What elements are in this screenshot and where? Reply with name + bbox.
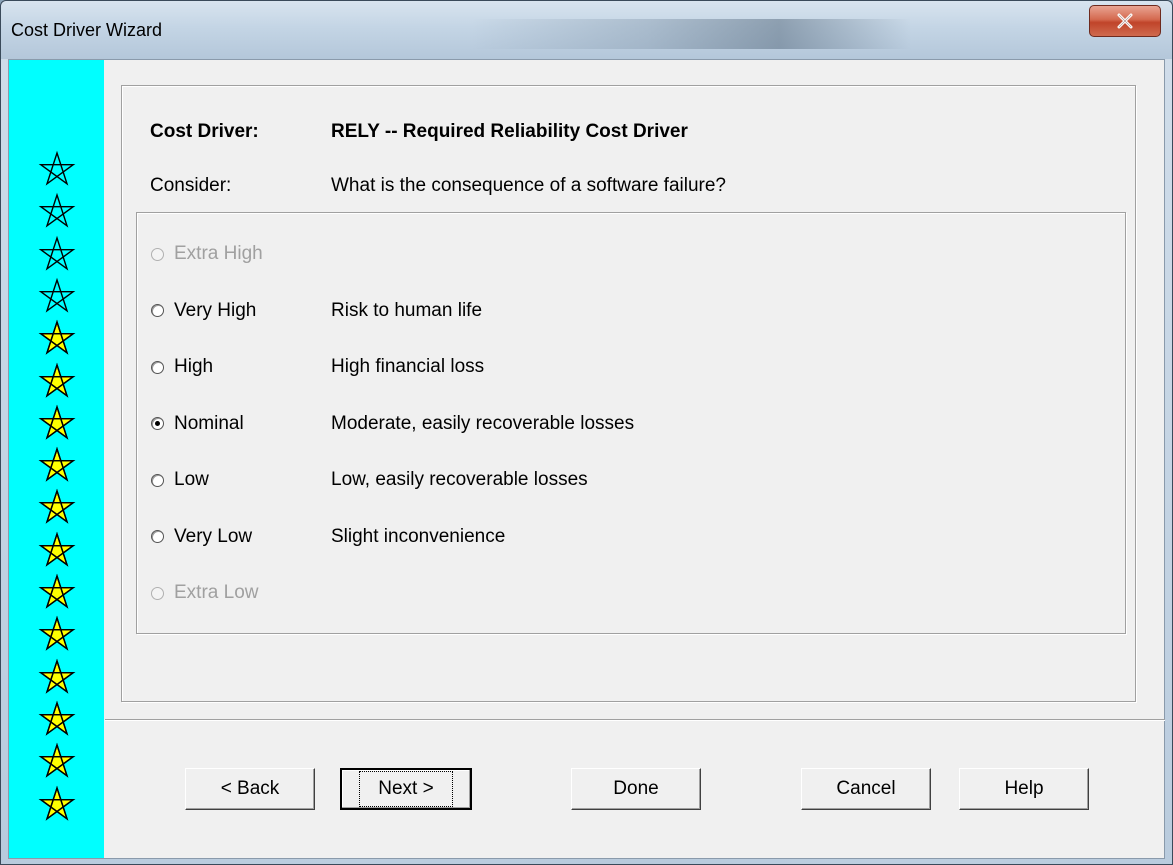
filled-star-icon (38, 531, 76, 567)
radio-button[interactable] (151, 530, 164, 543)
filled-star-icon (38, 573, 76, 609)
rating-description: Risk to human life (331, 299, 483, 321)
filled-star-icon (38, 616, 76, 651)
rating-option-very-low[interactable]: Very Low (151, 525, 252, 549)
rating-description: Moderate, easily recoverable losses (331, 412, 635, 434)
button-separator (105, 719, 1165, 721)
radio-button[interactable] (151, 473, 164, 487)
rating-option-low[interactable]: Low (151, 468, 209, 492)
outline-star-icon (38, 235, 76, 271)
radio-button[interactable] (151, 417, 164, 430)
filled-star-icon (38, 785, 76, 821)
title-bar[interactable]: Cost Driver Wizard (1, 1, 1172, 59)
filled-star-icon (38, 404, 76, 440)
rating-option-high[interactable]: High (151, 355, 213, 379)
radio-button (151, 586, 164, 600)
filled-star-icon (38, 700, 76, 736)
filled-star-icon (38, 742, 76, 778)
progress-sidebar (9, 60, 104, 858)
cost-driver-label: Cost Driver: (150, 121, 259, 142)
close-button[interactable] (1089, 5, 1161, 37)
close-icon (1117, 13, 1133, 29)
window-title: Cost Driver Wizard (11, 20, 163, 40)
rating-description: Slight inconvenience (331, 525, 506, 547)
rating-option-nominal[interactable]: Nominal (151, 412, 244, 436)
rating-label: High (174, 356, 214, 377)
consider-value: What is the consequence of a software fa… (331, 175, 727, 196)
rating-label: Very High (174, 299, 257, 321)
done-button[interactable]: Done (571, 768, 701, 810)
rating-description: High financial loss (331, 356, 485, 377)
next-button[interactable]: Next > (340, 768, 472, 810)
rating-label: Low (174, 469, 209, 490)
cost-driver-wizard-window: Cost Driver Wizard Cost Driver: RELY -- … (0, 0, 1173, 865)
rating-label: Very Low (174, 525, 253, 547)
cost-driver-value: RELY -- Required Reliability Cost Driver (331, 121, 688, 142)
filled-star-icon (38, 658, 76, 694)
filled-star-icon (38, 446, 76, 482)
rating-description: Low, easily recoverable losses (331, 469, 588, 490)
rating-option-extra-low: Extra Low (151, 581, 258, 605)
next-button-label: Next > (359, 771, 453, 807)
wizard-client-area: Cost Driver: RELY -- Required Reliabilit… (8, 59, 1165, 859)
filled-star-icon (38, 362, 76, 398)
cancel-button[interactable]: Cancel (801, 768, 931, 810)
filled-star-icon (38, 319, 76, 355)
consider-label: Consider: (150, 175, 232, 196)
rating-option-very-high[interactable]: Very High (151, 299, 256, 323)
radio-button[interactable] (151, 304, 164, 317)
help-button[interactable]: Help (959, 768, 1089, 810)
rating-label: Extra High (174, 243, 263, 264)
background-window-ghost (471, 19, 911, 49)
rating-option-extra-high: Extra High (151, 242, 263, 266)
rating-label: Nominal (174, 412, 244, 434)
radio-button[interactable] (151, 360, 164, 374)
filled-star-icon (38, 489, 76, 525)
rating-label: Extra Low (174, 582, 259, 603)
outline-star-icon (38, 277, 76, 313)
outline-star-icon (38, 193, 76, 228)
radio-button (151, 247, 164, 261)
outline-star-icon (38, 150, 76, 186)
back-button[interactable]: < Back (185, 768, 315, 810)
